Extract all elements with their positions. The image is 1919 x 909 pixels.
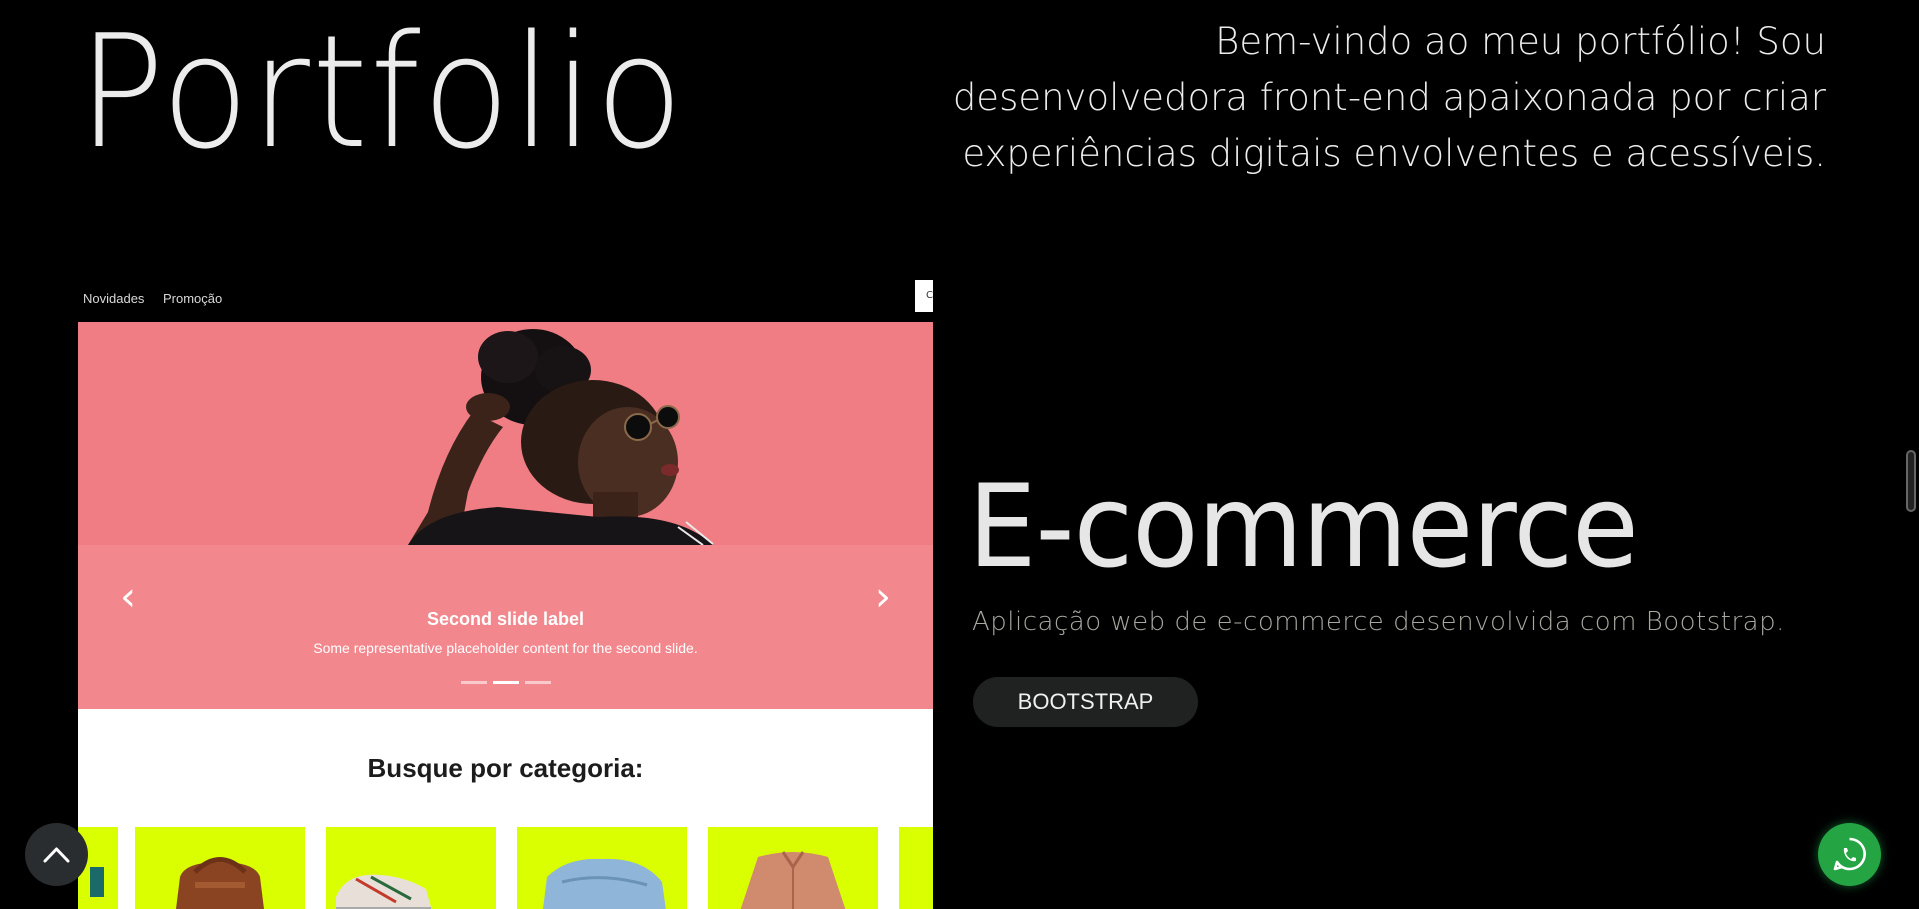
preview-navbar: Novidades Promoção C — [78, 280, 933, 322]
preview-nav-link-novidades[interactable]: Novidades — [83, 291, 144, 306]
project-description: Aplicação web de e-commerce desenvolvida… — [972, 607, 1785, 637]
carousel-indicators — [461, 681, 551, 684]
woman-photo-illustration — [78, 322, 933, 545]
category-section: Busque por categoria: — [78, 709, 933, 909]
bag-icon — [176, 857, 264, 909]
back-to-top-button[interactable] — [25, 823, 88, 886]
carousel-slide-image — [78, 322, 933, 545]
chevron-up-icon — [43, 847, 70, 863]
category-card-jeans[interactable] — [517, 827, 687, 909]
category-card-sneaker[interactable] — [326, 827, 496, 909]
carousel-indicator-active[interactable] — [493, 681, 519, 684]
page: Portfolio Bem-vindo ao meu portfólio! So… — [0, 0, 1919, 909]
carousel-caption-text: Some representative placeholder content … — [313, 640, 698, 656]
category-card-bag[interactable] — [135, 827, 305, 909]
carousel-indicator[interactable] — [525, 681, 551, 684]
preview-nav-button[interactable]: C — [915, 280, 933, 312]
carousel-indicator[interactable] — [461, 681, 487, 684]
preview-nav-link-promocao[interactable]: Promoção — [163, 291, 222, 306]
category-heading: Busque por categoria: — [367, 753, 644, 783]
category-card-partial[interactable] — [899, 827, 933, 909]
preview-carousel: ‹ › Second slide label Some representati… — [78, 322, 933, 709]
page-title: Portfolio — [78, 1, 685, 183]
intro-text: Bem-vindo ao meu portfólio! Sou desenvol… — [952, 20, 1826, 175]
jeans-icon — [543, 858, 666, 909]
jacket-icon — [740, 851, 846, 909]
whatsapp-icon — [1833, 837, 1866, 871]
whatsapp-button[interactable] — [1818, 823, 1881, 886]
category-card-jacket[interactable] — [708, 827, 878, 909]
tech-badge-bootstrap[interactable]: BOOTSTRAP — [973, 677, 1198, 727]
sneaker-icon — [336, 874, 431, 909]
preview-nav-button-glyph: C — [926, 290, 933, 301]
project-title: E-commerce — [968, 460, 1639, 593]
scrollbar-handle[interactable] — [1906, 450, 1916, 512]
carousel-caption-title: Second slide label — [426, 609, 585, 629]
